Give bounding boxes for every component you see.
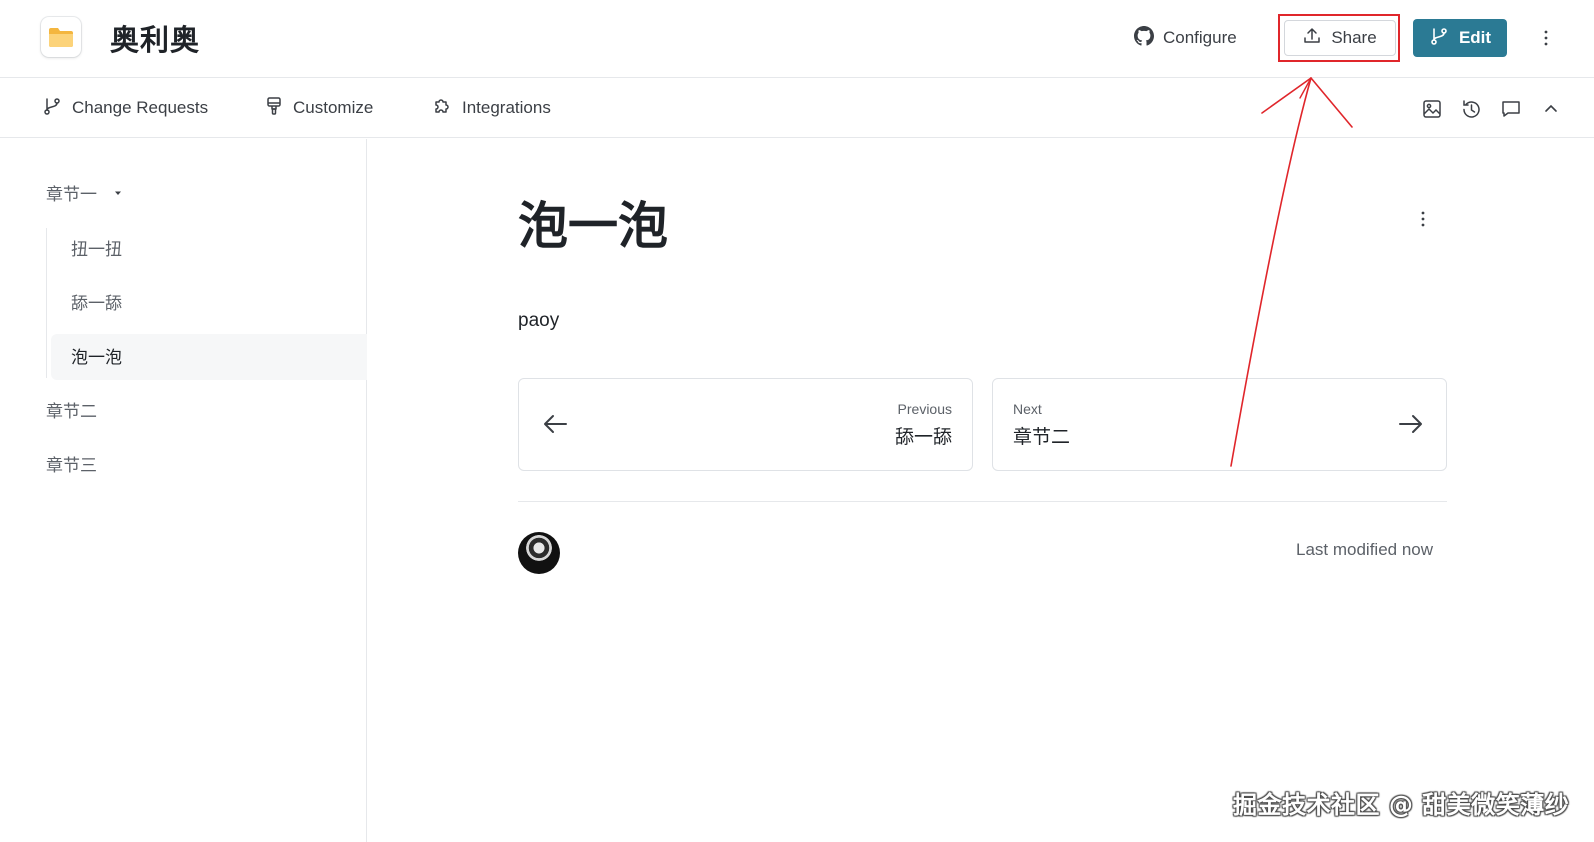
branch-icon xyxy=(42,96,62,121)
sidebar-item-paoyipao[interactable]: 泡一泡 xyxy=(71,343,122,368)
configure-button[interactable]: Configure xyxy=(1134,22,1237,54)
sidebar-item-chapter-1[interactable]: 章节一 xyxy=(46,180,123,205)
customize-label: Customize xyxy=(293,98,374,117)
sidebar-item-tianyitian[interactable]: 舔一舔 xyxy=(71,289,122,314)
content-divider xyxy=(518,501,1447,502)
more-options-icon[interactable] xyxy=(1534,26,1558,50)
annotation-highlight-box xyxy=(1278,14,1400,62)
edit-label: Edit xyxy=(1458,28,1492,47)
arrow-left-icon xyxy=(542,413,568,440)
comment-icon[interactable] xyxy=(1498,96,1524,122)
sidebar-item-label: 舔一舔 xyxy=(71,294,122,314)
sidebar-item-chapter-2[interactable]: 章节二 xyxy=(46,397,97,422)
page-body-text: paoy xyxy=(518,310,560,331)
watermark-text: 掘金技术社区 @ 甜美微笑薄纱 xyxy=(1233,791,1570,819)
next-label: Next xyxy=(1013,401,1042,417)
next-page-card[interactable]: Next 章节二 xyxy=(992,378,1447,471)
sidebar-item-label: 章节一 xyxy=(46,185,97,205)
integrations-tab[interactable]: Integrations xyxy=(432,96,551,120)
arrow-right-icon xyxy=(1398,413,1424,440)
puzzle-icon xyxy=(432,96,452,121)
next-title: 章节二 xyxy=(1013,426,1071,448)
top-header: 奥利奥 Configure Share Edit xyxy=(0,0,1594,78)
sidebar-item-label: 扭一扭 xyxy=(71,240,122,260)
folder-icon[interactable] xyxy=(41,17,81,57)
configure-label: Configure xyxy=(1163,28,1237,47)
tree-indent-line xyxy=(46,228,47,378)
branch-icon xyxy=(1429,26,1449,51)
change-requests-label: Change Requests xyxy=(72,98,209,117)
previous-page-card[interactable]: Previous 舔一舔 xyxy=(518,378,973,471)
change-requests-tab[interactable]: Change Requests xyxy=(42,96,208,120)
sidebar xyxy=(0,139,367,842)
image-icon[interactable] xyxy=(1419,96,1445,122)
sidebar-item-label: 章节二 xyxy=(46,402,97,422)
previous-label: Previous xyxy=(897,401,952,417)
sidebar-item-niuyiniu[interactable]: 扭一扭 xyxy=(71,235,122,260)
chevron-up-icon[interactable] xyxy=(1538,96,1564,122)
avatar[interactable] xyxy=(518,532,560,574)
edit-button[interactable]: Edit xyxy=(1413,19,1507,57)
last-modified-text: Last modified now xyxy=(1296,540,1434,559)
sidebar-item-label: 泡一泡 xyxy=(71,348,122,368)
page-options-icon[interactable] xyxy=(1411,207,1435,231)
site-title[interactable]: 奥利奥 xyxy=(110,17,200,59)
github-icon xyxy=(1134,25,1154,51)
history-icon[interactable] xyxy=(1458,96,1484,122)
customize-tab[interactable]: Customize xyxy=(265,96,373,120)
previous-title: 舔一舔 xyxy=(894,426,952,448)
sidebar-item-label: 章节三 xyxy=(46,456,97,476)
integrations-label: Integrations xyxy=(462,98,551,117)
page-title: 泡一泡 xyxy=(518,197,668,255)
paint-brush-icon xyxy=(265,96,283,121)
sidebar-item-chapter-3[interactable]: 章节三 xyxy=(46,451,97,476)
caret-down-icon[interactable] xyxy=(113,183,123,203)
secondary-toolbar: Change Requests Customize Integrations xyxy=(0,78,1594,138)
